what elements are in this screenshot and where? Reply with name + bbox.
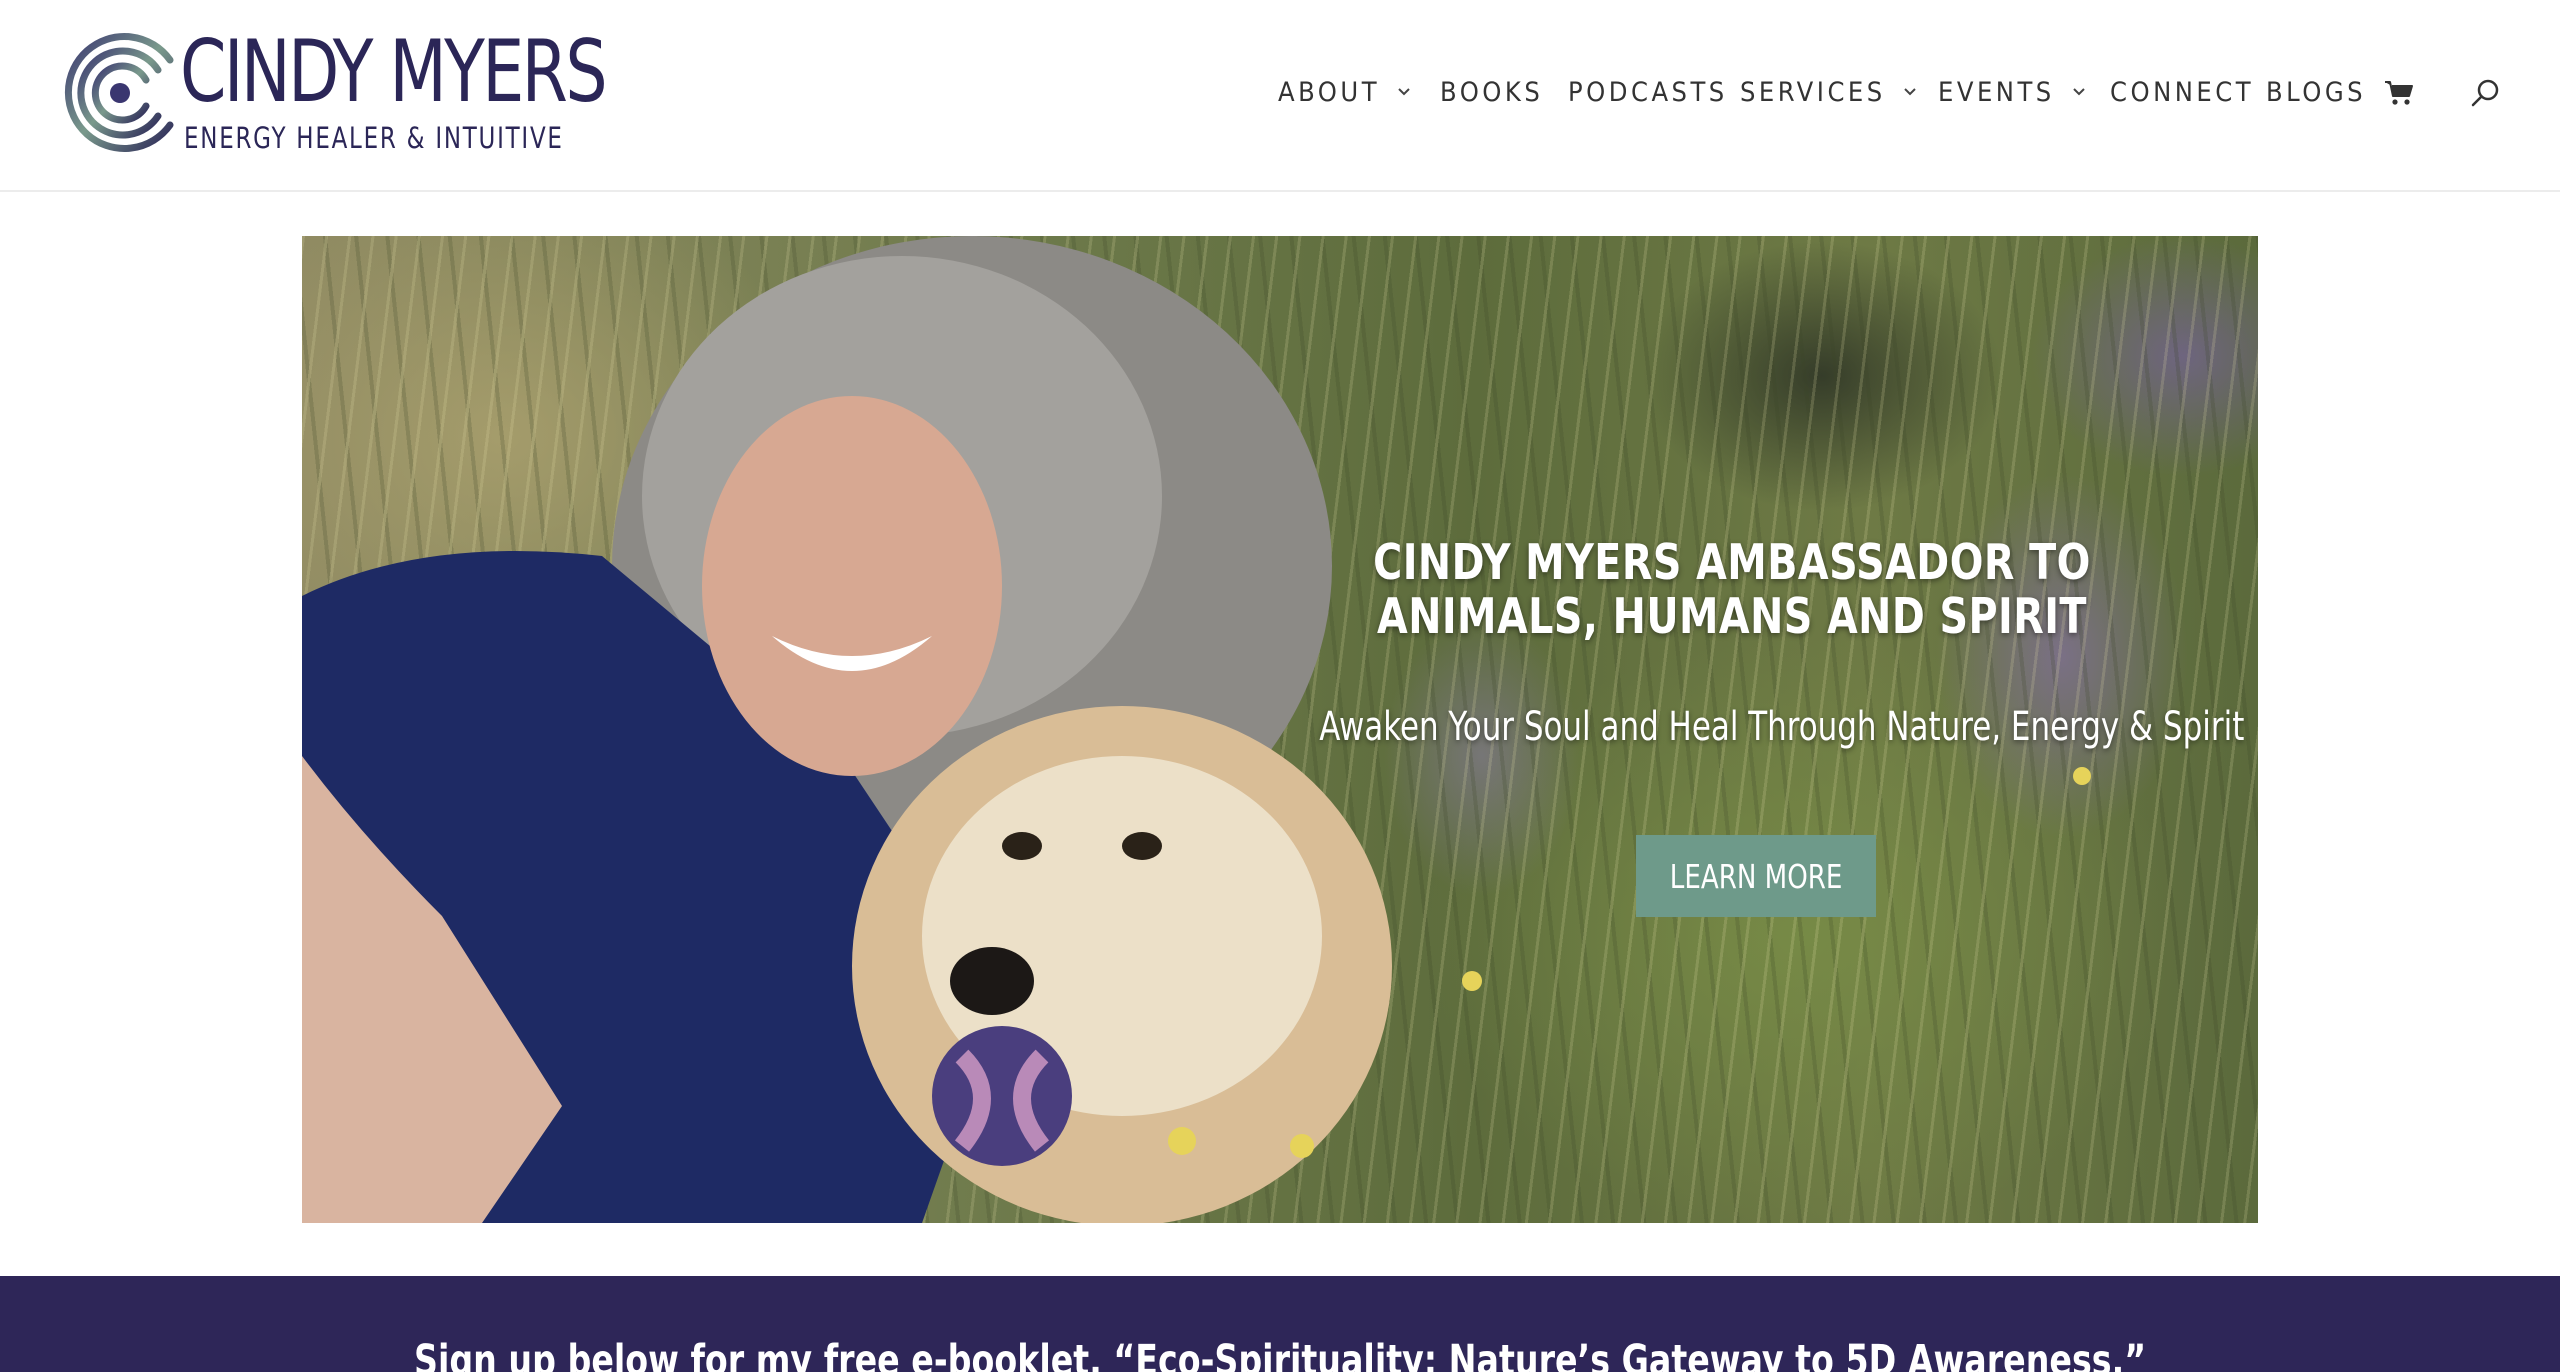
nav-item-label: EVENTS	[1938, 76, 2055, 108]
hero-banner: CINDY MYERS AMBASSADOR TO ANIMALS, HUMAN…	[302, 236, 2258, 1223]
nav-item-books[interactable]: BOOKS	[1440, 70, 1543, 114]
nav-item-label: ABOUT	[1278, 76, 1381, 108]
site-header: CINDY MYERS ENERGY HEALER & INTUITIVE AB…	[0, 0, 2560, 192]
search-button[interactable]	[2464, 72, 2506, 114]
nav-item-events[interactable]: EVENTS	[1938, 70, 2089, 114]
learn-more-label: LEARN MORE	[1669, 856, 1843, 896]
hero-subtitle: Awaken Your Soul and Heal Through Nature…	[1319, 704, 2245, 750]
logo-tagline: ENERGY HEALER & INTUITIVE	[184, 121, 564, 155]
chevron-down-icon	[2073, 88, 2085, 96]
hero-title: CINDY MYERS AMBASSADOR TO ANIMALS, HUMAN…	[1373, 534, 2091, 645]
nav-item-label: PODCASTS	[1568, 76, 1728, 108]
hero-text-block: CINDY MYERS AMBASSADOR TO ANIMALS, HUMAN…	[1252, 534, 2245, 752]
nav-item-blogs[interactable]: BLOGS	[2266, 70, 2366, 114]
chevron-down-icon	[1903, 88, 1916, 96]
nav-item-label: SERVICES	[1740, 76, 1886, 108]
signup-heading-text: Sign up below for my free e-booklet, “Ec…	[413, 1336, 2147, 1372]
nav-item-services[interactable]: SERVICES	[1740, 70, 1920, 114]
chevron-down-icon	[1398, 88, 1410, 96]
nav-item-connect[interactable]: CONNECT	[2110, 70, 2254, 114]
learn-more-button[interactable]: LEARN MORE	[1636, 835, 1876, 917]
nav-item-label: CONNECT	[2110, 76, 2255, 108]
cart-icon	[2385, 81, 2413, 105]
search-icon	[2471, 79, 2499, 107]
main-nav: ABOUT BOOKS PODCASTS SERVICES EVENTS CON…	[0, 70, 2560, 114]
signup-band: Sign up below for my free e-booklet, “Ec…	[0, 1276, 2560, 1372]
signup-heading: Sign up below for my free e-booklet, “Ec…	[0, 1336, 2560, 1372]
nav-item-label: BLOGS	[2266, 76, 2367, 108]
nav-item-podcasts[interactable]: PODCASTS	[1568, 70, 1728, 114]
nav-item-label: BOOKS	[1440, 76, 1544, 108]
nav-item-about[interactable]: ABOUT	[1278, 70, 1414, 114]
cart-button[interactable]	[2378, 72, 2420, 114]
